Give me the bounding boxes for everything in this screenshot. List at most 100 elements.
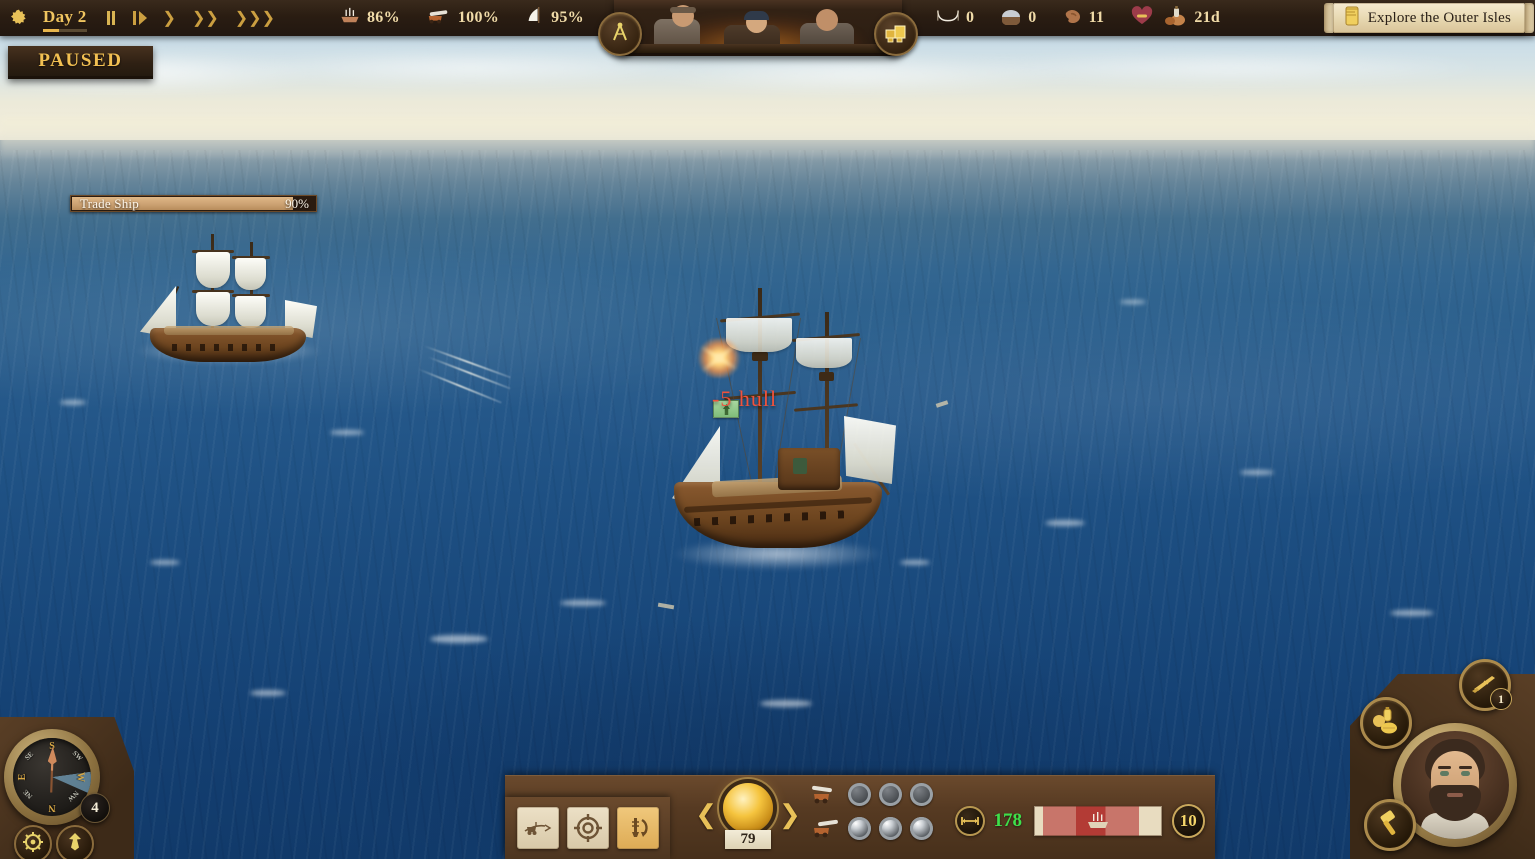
cannon-shot-slot[interactable] [848, 783, 871, 806]
strength-value: 11 [1088, 9, 1105, 26]
hammock-value: 0 [965, 9, 975, 26]
day-counter: Day 2 [43, 7, 87, 32]
ability-card-group [505, 797, 670, 859]
compass-label-se: SE [23, 750, 36, 762]
game-viewport[interactable]: -5 hull Trade Ship 90% [0, 0, 1535, 859]
foam-fleck [250, 690, 286, 696]
speed-1x-button[interactable]: ❯ [163, 8, 176, 28]
foam-fleck [1120, 300, 1146, 304]
foam-fleck [900, 560, 930, 565]
cannon-shot-slot[interactable] [879, 817, 902, 840]
ship-topsail [796, 338, 852, 368]
hammer-icon [1375, 809, 1405, 842]
cargo-crates-icon [884, 21, 908, 48]
provisions-icon [1162, 5, 1188, 31]
compass-label-w: W [74, 772, 86, 782]
captain-brow [1459, 766, 1472, 769]
player-ship[interactable] [660, 288, 900, 578]
quest-banner[interactable]: Explore the Outer Isles [1323, 3, 1535, 33]
anchor-button[interactable] [56, 825, 94, 859]
stat-strength: 11 [1063, 7, 1105, 30]
cannon-icon [426, 8, 452, 29]
compass-label-ne: NE [21, 787, 35, 801]
provisions-value: 21d [1194, 9, 1221, 26]
helmet-icon [1000, 7, 1022, 30]
cannon-shot-slot[interactable] [910, 817, 933, 840]
ability-target-reticle[interactable] [567, 807, 609, 849]
ship-gunports [172, 344, 284, 351]
stat-sails: 95% [525, 6, 584, 31]
combat-action-bar: ❮ ❯ 79 178 10 [505, 775, 1215, 859]
helmet-value: 0 [1028, 9, 1037, 26]
compass-panel: N E S W NE SE SW NW 4 [0, 717, 134, 859]
cannon-value: 100% [457, 9, 500, 26]
ammo-value: 10 [1179, 811, 1197, 830]
chevron-right-icon[interactable]: ❯ [779, 802, 801, 828]
pause-button[interactable] [106, 11, 117, 25]
cannon-shot-slot[interactable] [848, 817, 871, 840]
cannon-shot-slot[interactable] [910, 783, 933, 806]
stat-provisions: 21d [1162, 5, 1221, 31]
navigation-divider-button[interactable] [598, 12, 642, 56]
cannon-hit-flash [696, 338, 742, 378]
ability-boarding-grapple[interactable] [517, 807, 559, 849]
stat-cannons: 100% [426, 8, 499, 29]
ship-sterncastle [778, 448, 840, 490]
enemy-trade-ship[interactable] [128, 228, 328, 373]
stat-hammock: 0 [936, 7, 974, 30]
crows-nest [752, 352, 768, 361]
chevron-left-icon[interactable]: ❮ [695, 802, 717, 828]
foam-fleck [330, 430, 364, 435]
anchor-icon [64, 831, 86, 858]
wind-strength-badge: 4 [80, 793, 110, 823]
musket-ability-button[interactable]: 1 [1459, 659, 1512, 711]
captain-panel: 1 [1350, 649, 1535, 859]
gear-icon[interactable] [9, 8, 29, 28]
speed-3x-button[interactable]: ❯❯❯ [235, 8, 275, 28]
stat-morale [1130, 5, 1154, 31]
crew-scene-frame [614, 0, 902, 56]
cannon-shot-slot[interactable] [879, 783, 902, 806]
cannon-left-icon [810, 785, 840, 805]
speed-orb-icon[interactable] [723, 783, 773, 833]
crew-headband [670, 7, 696, 13]
ship-sail [235, 258, 266, 290]
sail-value: 95% [551, 9, 584, 26]
tavern-table [614, 44, 902, 53]
crew-head [816, 9, 838, 31]
crew-panel[interactable] [598, 0, 918, 64]
distance-icon [955, 806, 985, 836]
ability-ship-turn[interactable] [617, 807, 659, 849]
navigation-divider-icon [609, 21, 631, 48]
hull-value: 86% [366, 9, 400, 26]
provisions-ability-button[interactable] [1360, 697, 1412, 749]
compass-needle [47, 746, 58, 792]
ship-sail [235, 296, 266, 328]
foam-fleck [760, 700, 812, 707]
cannon-right-icon [810, 819, 840, 839]
damage-popup: -5 hull [712, 386, 778, 411]
helm-wheel-button[interactable] [14, 825, 52, 859]
paused-indicator: PAUSED [8, 46, 153, 79]
compass-label-n: N [48, 802, 56, 813]
foam-fleck [430, 635, 488, 643]
speed-dial-value: 79 [725, 830, 771, 849]
play-slow-button[interactable] [132, 11, 147, 25]
speed-2x-button[interactable]: ❯❯ [192, 8, 219, 28]
captain-eye [1440, 771, 1449, 776]
hammock-icon [936, 7, 960, 30]
foam-fleck [60, 400, 86, 405]
food-rations-icon [1370, 706, 1402, 740]
repair-ability-button[interactable] [1364, 799, 1416, 851]
foam-fleck [1045, 520, 1085, 526]
distance-value: 178 [993, 810, 1023, 831]
cargo-button[interactable] [874, 12, 918, 56]
range-indicator-group: 178 10 [955, 799, 1205, 843]
foam-fleck [1390, 610, 1434, 616]
ammo-count-ring: 10 [1171, 804, 1205, 838]
speed-dial-group: ❮ ❯ 79 [688, 779, 808, 851]
hull-ship-icon [339, 7, 361, 30]
muscle-icon [1063, 7, 1083, 30]
ship-sail [196, 292, 230, 326]
compass-label-e: E [16, 773, 28, 781]
